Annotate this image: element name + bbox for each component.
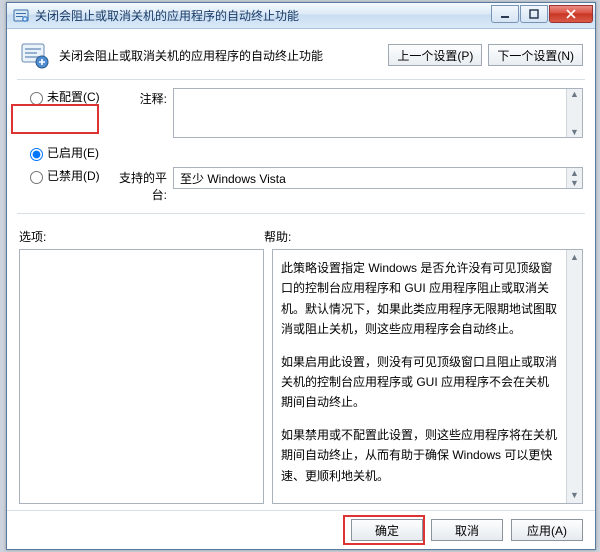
policy-icon xyxy=(19,39,51,71)
settings-form: 未配置(C) 注释: ▲▼ 已启用(E) 已禁用(D) 支持的平台: xyxy=(7,80,595,213)
radio-disabled[interactable] xyxy=(30,171,43,184)
help-text: 此策略设置指定 Windows 是否允许没有可见顶级窗口的控制台应用程序和 GU… xyxy=(281,258,560,486)
app-icon xyxy=(13,8,29,24)
titlebar: 关闭会阻止或取消关机的应用程序的自动终止功能 xyxy=(7,3,595,29)
platform-field: 至少 Windows Vista ▲▼ xyxy=(173,167,583,189)
header-title: 关闭会阻止或取消关机的应用程序的自动终止功能 xyxy=(59,47,382,64)
prev-setting-button[interactable]: 上一个设置(P) xyxy=(388,44,482,66)
apply-button[interactable]: 应用(A) xyxy=(511,519,583,541)
platform-value: 至少 Windows Vista xyxy=(180,170,286,187)
scrollbar[interactable]: ▲▼ xyxy=(566,168,582,188)
panes: 此策略设置指定 Windows 是否允许没有可见顶级窗口的控制台应用程序和 GU… xyxy=(7,249,595,510)
help-label: 帮助: xyxy=(264,228,291,245)
pane-labels: 选项: 帮助: xyxy=(7,214,595,249)
help-pane: 此策略设置指定 Windows 是否允许没有可见顶级窗口的控制台应用程序和 GU… xyxy=(272,249,583,504)
help-p1: 此策略设置指定 Windows 是否允许没有可见顶级窗口的控制台应用程序和 GU… xyxy=(281,258,560,340)
radio-enabled[interactable] xyxy=(30,148,43,161)
radio-disabled-label: 已禁用(D) xyxy=(47,167,100,184)
scrollbar[interactable]: ▲▼ xyxy=(566,89,582,137)
platform-label: 支持的平台: xyxy=(111,167,173,203)
window-title: 关闭会阻止或取消关机的应用程序的自动终止功能 xyxy=(35,7,490,24)
window-controls xyxy=(490,5,593,23)
radio-not-configured-label: 未配置(C) xyxy=(47,88,100,105)
help-p3: 如果禁用或不配置此设置，则这些应用程序将在关机期间自动终止，从而有助于确保 Wi… xyxy=(281,425,560,486)
options-label: 选项: xyxy=(19,228,264,245)
dialog-window: 关闭会阻止或取消关机的应用程序的自动终止功能 关闭会阻止或取消关机的应用程序的自… xyxy=(6,2,596,550)
footer: 确定 取消 应用(A) xyxy=(7,510,595,549)
ok-button[interactable]: 确定 xyxy=(351,519,423,541)
minimize-button[interactable] xyxy=(491,5,519,23)
help-p2: 如果启用此设置，则没有可见顶级窗口且阻止或取消关机的控制台应用程序或 GUI 应… xyxy=(281,352,560,413)
header-row: 关闭会阻止或取消关机的应用程序的自动终止功能 上一个设置(P) 下一个设置(N) xyxy=(7,29,595,79)
radio-enabled-label: 已启用(E) xyxy=(47,144,99,161)
maximize-button[interactable] xyxy=(520,5,548,23)
close-button[interactable] xyxy=(549,5,593,23)
comment-label: 注释: xyxy=(111,88,173,107)
scrollbar[interactable]: ▲▼ xyxy=(566,250,582,503)
options-pane[interactable] xyxy=(19,249,264,504)
next-setting-button[interactable]: 下一个设置(N) xyxy=(488,44,583,66)
comment-textarea[interactable]: ▲▼ xyxy=(173,88,583,138)
cancel-button[interactable]: 取消 xyxy=(431,519,503,541)
radio-not-configured[interactable] xyxy=(30,92,43,105)
